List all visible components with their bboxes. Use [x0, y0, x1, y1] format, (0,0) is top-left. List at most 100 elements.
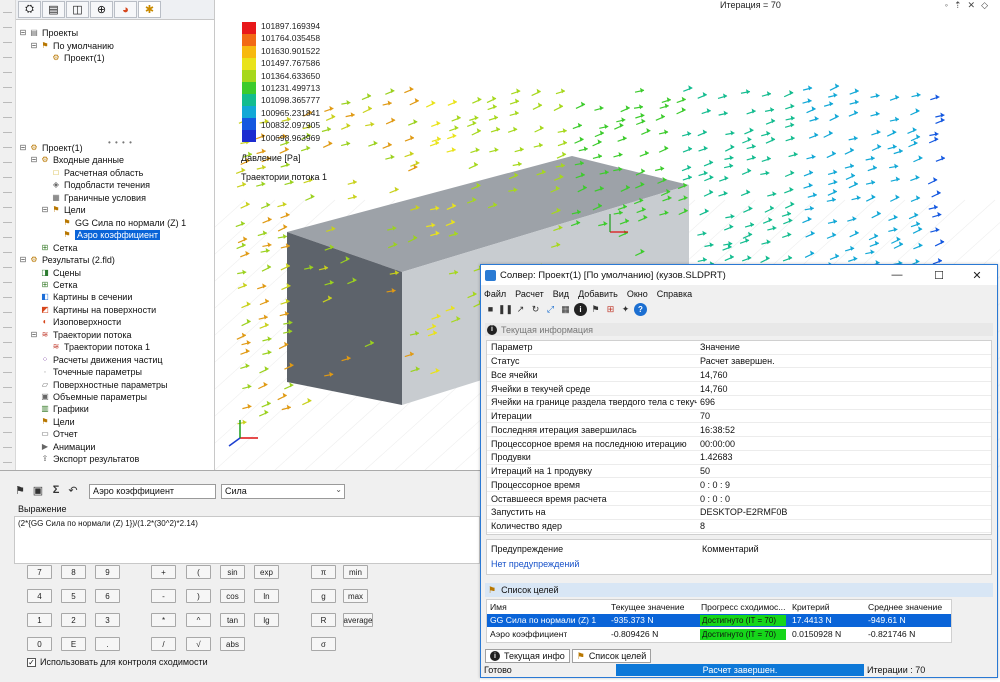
goals-column-header[interactable]: Имя: [490, 602, 507, 612]
expander-icon[interactable]: [41, 54, 49, 62]
expression-input[interactable]: (2*{GG Сила по нормали (Z) 1})/(1.2*(30^…: [14, 516, 480, 564]
keypad-button[interactable]: 7: [27, 565, 52, 579]
keypad-button[interactable]: tan: [220, 613, 245, 627]
menu-item[interactable]: Файл: [484, 289, 506, 299]
tree-item[interactable]: ⁘ Расчеты движения частиц: [30, 354, 163, 366]
keypad-button[interactable]: cos: [220, 589, 245, 603]
keypad-button[interactable]: *: [151, 613, 176, 627]
expander-icon[interactable]: [41, 169, 49, 177]
keypad-button[interactable]: 8: [61, 565, 86, 579]
tab-goals-list[interactable]: ⚑ Список целей: [571, 649, 652, 663]
sigma-icon[interactable]: Σ: [49, 483, 63, 497]
keypad-button[interactable]: 1: [27, 613, 52, 627]
tab-feature-tree[interactable]: ⛭: [18, 1, 41, 18]
expander-icon[interactable]: [30, 293, 38, 301]
pin-icon[interactable]: ◦: [945, 0, 954, 10]
expander-icon[interactable]: [30, 430, 38, 438]
goal-flag-icon[interactable]: ⚑: [13, 483, 27, 497]
tree-item[interactable]: ◨ Сцены: [30, 267, 81, 279]
tree-item[interactable]: ⚑ Цели: [30, 416, 74, 428]
keypad-button[interactable]: 9: [95, 565, 120, 579]
tree-item[interactable]: ⊞ Сетка: [30, 279, 78, 291]
expander-icon[interactable]: [30, 356, 38, 364]
tree-item[interactable]: ⊟ ≋ Траектории потока: [30, 329, 132, 341]
tree-item[interactable]: ◈ Подобласти течения: [41, 179, 150, 191]
expander-icon[interactable]: [30, 368, 38, 376]
expander-icon[interactable]: ⊟: [19, 29, 27, 37]
menu-item[interactable]: Добавить: [578, 289, 618, 299]
expression-goal-icon[interactable]: ▣: [31, 483, 45, 497]
goals-column-header[interactable]: Критерий: [792, 602, 830, 612]
close-button[interactable]: ✕: [957, 265, 997, 285]
tool-icon[interactable]: ↗: [514, 303, 527, 316]
tree-item[interactable]: ◐ Изоповерхности: [30, 316, 122, 328]
info-icon[interactable]: i: [574, 302, 587, 316]
keypad-button[interactable]: 2: [61, 613, 86, 627]
use-for-convergence-checkbox[interactable]: ✓ Использовать для контроля сходимости: [27, 657, 208, 667]
tree-item[interactable]: ≋ Траектории потока 1: [41, 341, 150, 353]
expand-icon[interactable]: ◇: [981, 0, 994, 10]
keypad-button[interactable]: -: [151, 589, 176, 603]
tree-item[interactable]: ▱ Поверхностные параметры: [30, 379, 168, 391]
menu-item[interactable]: Расчет: [515, 289, 544, 299]
tree-item[interactable]: ▥ Графики: [30, 403, 89, 415]
goals-plot-icon[interactable]: ⊞: [604, 303, 617, 316]
expander-icon[interactable]: [41, 343, 49, 351]
tree-item[interactable]: ▦ Граничные условия: [41, 192, 146, 204]
keypad-button[interactable]: +: [151, 565, 176, 579]
keypad-button[interactable]: sin: [220, 565, 245, 579]
expander-icon[interactable]: ⊟: [19, 144, 27, 152]
keypad-button[interactable]: ^: [186, 613, 211, 627]
expander-icon[interactable]: [30, 455, 38, 463]
keypad-button[interactable]: average: [343, 613, 373, 627]
keypad-button[interactable]: π: [311, 565, 336, 579]
keypad-button[interactable]: exp: [254, 565, 279, 579]
goal-row[interactable]: Аэро коэффициент -0.809426 N Достигнуто (I…: [487, 628, 951, 641]
expander-icon[interactable]: ⊟: [30, 156, 38, 164]
expander-icon[interactable]: [41, 181, 49, 189]
expander-icon[interactable]: [30, 381, 38, 389]
expander-icon[interactable]: [41, 194, 49, 202]
goal-type-select[interactable]: Сила ⌄: [221, 484, 345, 499]
tab-configuration-manager[interactable]: ◫: [66, 1, 89, 18]
tab-current-info[interactable]: i Текущая инфо: [485, 649, 570, 663]
expander-icon[interactable]: [30, 269, 38, 277]
keypad-button[interactable]: g: [311, 589, 336, 603]
expander-icon[interactable]: [30, 393, 38, 401]
keypad-button[interactable]: max: [343, 589, 368, 603]
keypad-button[interactable]: σ: [311, 637, 336, 651]
expander-icon[interactable]: [30, 318, 38, 326]
menu-item[interactable]: Справка: [657, 289, 692, 299]
goal-row[interactable]: GG Сила по нормали (Z) 1 -935.373 N Достиг…: [487, 614, 951, 627]
keypad-button[interactable]: ): [186, 589, 211, 603]
menu-item[interactable]: Окно: [627, 289, 648, 299]
expander-icon[interactable]: ⊟: [19, 256, 27, 264]
expander-icon[interactable]: [30, 244, 38, 252]
tree-splitter[interactable]: • • • •: [16, 138, 215, 147]
tree-item[interactable]: □ Расчетная область: [41, 167, 144, 179]
keypad-button[interactable]: √: [186, 637, 211, 651]
tree-item[interactable]: ⚑ Аэро коэффициент: [52, 229, 161, 241]
tree-item[interactable]: ▶ Анимации: [30, 441, 95, 453]
tree-item[interactable]: ◩ Картины на поверхности: [30, 304, 156, 316]
expander-icon[interactable]: [30, 281, 38, 289]
keypad-button[interactable]: lg: [254, 613, 279, 627]
tree-item[interactable]: ▣ Объемные параметры: [30, 391, 147, 403]
expander-icon[interactable]: [52, 219, 60, 227]
tab-dimxpert[interactable]: ⊕: [90, 1, 113, 18]
tree-item[interactable]: ∙ Точечные параметры: [30, 366, 142, 378]
tree-item[interactable]: ▭ Отчет: [30, 428, 77, 440]
menu-item[interactable]: Вид: [553, 289, 569, 299]
keypad-button[interactable]: 0: [27, 637, 52, 651]
tree-item[interactable]: ⚑ GG Сила по нормали (Z) 1: [52, 217, 186, 229]
expander-icon[interactable]: ⊟: [41, 206, 49, 214]
close-icon[interactable]: ✕: [968, 0, 982, 10]
expander-icon[interactable]: [30, 418, 38, 426]
help-icon[interactable]: ?: [634, 302, 647, 316]
keypad-button[interactable]: abs: [220, 637, 245, 651]
tree-item[interactable]: ⇪ Экспорт результатов: [30, 453, 140, 465]
keypad-button[interactable]: 3: [95, 613, 120, 627]
keypad-button[interactable]: ln: [254, 589, 279, 603]
document-icon[interactable]: ▦: [559, 303, 572, 316]
stop-icon[interactable]: ■: [484, 303, 497, 316]
